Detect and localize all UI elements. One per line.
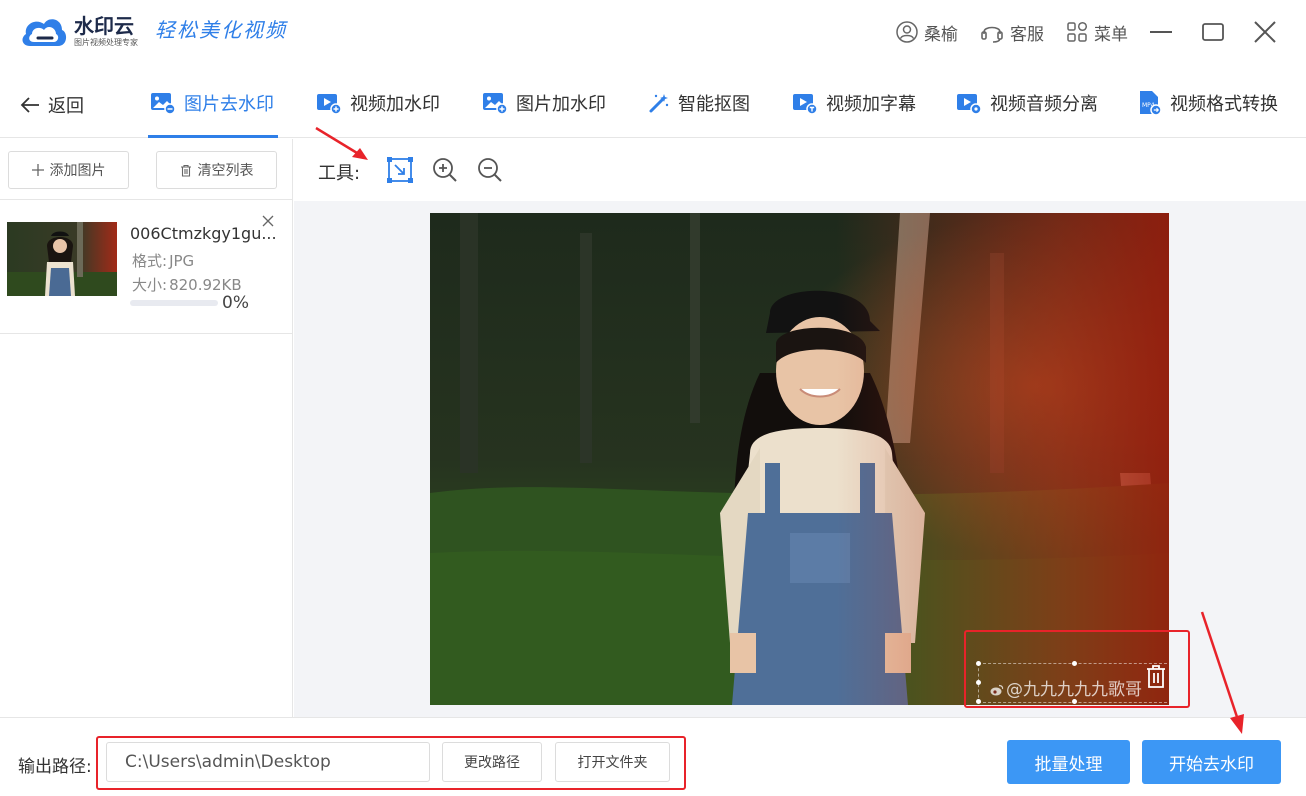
image-icon — [151, 93, 176, 115]
add-image-button[interactable]: 添加图片 — [8, 151, 129, 189]
file-format: 格式: JPG — [130, 250, 194, 271]
file-sidebar: 添加图片 清空列表 006Ctmzkgy1gu... 格式: JPG 大小: 8… — [0, 139, 293, 717]
tab-label: 视频格式转换 — [1170, 94, 1278, 115]
close-button[interactable] — [1254, 21, 1276, 43]
user-account[interactable]: 桑榆 — [896, 20, 958, 45]
delete-selection-button[interactable] — [1144, 663, 1168, 689]
image-add-icon — [483, 93, 508, 115]
tab-label: 视频音频分离 — [990, 94, 1098, 115]
change-path-button[interactable]: 更改路径 — [442, 742, 542, 782]
zoom-in-icon — [433, 158, 457, 182]
size-label: 大小: — [132, 276, 168, 294]
video-subtitle-icon — [793, 94, 818, 115]
resize-handle[interactable] — [1072, 661, 1077, 666]
headset-icon — [981, 26, 1003, 43]
magic-wand-icon — [649, 94, 669, 113]
app-name: 水印云 — [74, 14, 134, 38]
bottom-bar: 输出路径: C:\Users\admin\Desktop 更改路径 打开文件夹 … — [0, 717, 1306, 796]
maximize-button[interactable] — [1202, 21, 1224, 43]
tools-label: 工具: — [318, 163, 361, 184]
menu-label: 菜单 — [1094, 24, 1128, 45]
tab-video-format-convert[interactable]: MP4 视频格式转换 — [1138, 90, 1278, 116]
file-name: 006Ctmzkgy1gu... — [130, 224, 277, 243]
list-item[interactable]: 006Ctmzkgy1gu... 格式: JPG 大小: 820.92KB — [0, 200, 293, 334]
active-tab-indicator — [148, 135, 278, 138]
add-image-label: 添加图片 — [49, 163, 106, 179]
user-name: 桑榆 — [924, 24, 958, 45]
app-window: 水印云 图片视频处理专家 轻松美化视频 桑榆 客服 菜单 返回 图片去水印 视频… — [0, 0, 1306, 796]
tab-image-remove-watermark[interactable]: 图片去水印 — [150, 90, 274, 116]
file-thumbnail — [7, 222, 117, 296]
resize-handle[interactable] — [976, 699, 981, 704]
arrow-left-icon — [20, 97, 39, 113]
zoom-out-button[interactable] — [477, 157, 503, 183]
tab-image-add-watermark[interactable]: 图片加水印 — [482, 90, 606, 116]
weibo-icon — [990, 684, 1004, 696]
tool-bar: 工具: — [294, 139, 1306, 201]
nav-bar: 返回 图片去水印 视频加水印 图片加水印 智能抠图 视频加字幕 视频音频分离 M… — [0, 70, 1306, 138]
progress-percent: 0% — [222, 293, 249, 313]
tab-smart-cutout[interactable]: 智能抠图 — [648, 90, 750, 116]
app-subtitle: 图片视频处理专家 — [74, 38, 138, 47]
tab-label: 图片去水印 — [184, 94, 274, 115]
video-icon — [317, 94, 342, 115]
watermark-label: @九九九九九歌哥 — [1006, 680, 1142, 700]
format-label: 格式: — [132, 252, 168, 270]
user-icon — [896, 21, 918, 43]
close-icon — [1254, 21, 1276, 43]
select-region-icon — [387, 157, 413, 183]
app-logo: 水印云 图片视频处理专家 — [18, 12, 138, 52]
cloud-logo-icon — [18, 12, 68, 52]
output-path-label: 输出路径: — [18, 757, 92, 777]
minimize-icon — [1150, 31, 1172, 33]
progress-bar — [130, 300, 218, 306]
support-label: 客服 — [1010, 24, 1044, 45]
title-bar-actions: 桑榆 客服 菜单 — [896, 16, 1306, 48]
batch-process-button[interactable]: 批量处理 — [1007, 740, 1130, 784]
resize-handle[interactable] — [976, 661, 981, 666]
maximize-icon — [1202, 23, 1224, 41]
tab-label: 视频加水印 — [350, 94, 440, 115]
support-button[interactable]: 客服 — [980, 20, 1044, 45]
clear-list-label: 清空列表 — [197, 163, 254, 179]
menu-button[interactable]: 菜单 — [1066, 20, 1128, 45]
zoom-in-button[interactable] — [432, 157, 458, 183]
tab-label: 图片加水印 — [516, 94, 606, 115]
preview-image[interactable]: @九九九九九歌哥 — [430, 213, 1169, 705]
tab-video-add-watermark[interactable]: 视频加水印 — [316, 90, 440, 116]
logo-text: 水印云 图片视频处理专家 — [74, 15, 138, 49]
resize-handle[interactable] — [976, 680, 981, 685]
plus-icon — [31, 164, 44, 176]
tab-video-add-subtitle[interactable]: 视频加字幕 — [792, 90, 916, 116]
app-slogan: 轻松美化视频 — [155, 18, 287, 42]
file-size: 大小: 820.92KB — [130, 274, 242, 295]
select-region-tool[interactable] — [387, 157, 413, 183]
grid-menu-icon — [1067, 21, 1088, 42]
back-label: 返回 — [48, 96, 84, 117]
back-button[interactable]: 返回 — [20, 92, 84, 118]
tab-label: 智能抠图 — [678, 94, 750, 115]
minimize-button[interactable] — [1150, 21, 1172, 43]
mp4-file-icon: MP4 — [1140, 91, 1162, 116]
trash-icon — [180, 164, 191, 177]
tab-video-audio-separate[interactable]: 视频音频分离 — [956, 90, 1098, 116]
tab-label: 视频加字幕 — [826, 94, 916, 115]
size-value: 820.92KB — [169, 276, 242, 294]
zoom-out-icon — [478, 158, 502, 182]
title-bar: 水印云 图片视频处理专家 轻松美化视频 桑榆 客服 菜单 — [0, 0, 1306, 68]
output-path-input[interactable]: C:\Users\admin\Desktop — [106, 742, 430, 782]
trash-icon — [1147, 665, 1165, 688]
clear-list-button[interactable]: 清空列表 — [156, 151, 277, 189]
start-remove-watermark-button[interactable]: 开始去水印 — [1142, 740, 1281, 784]
video-audio-icon — [957, 94, 982, 115]
watermark-text: @九九九九九歌哥 — [990, 675, 1142, 700]
preview-canvas: @九九九九九歌哥 — [294, 201, 1306, 717]
open-folder-button[interactable]: 打开文件夹 — [555, 742, 670, 782]
format-value: JPG — [169, 252, 195, 270]
